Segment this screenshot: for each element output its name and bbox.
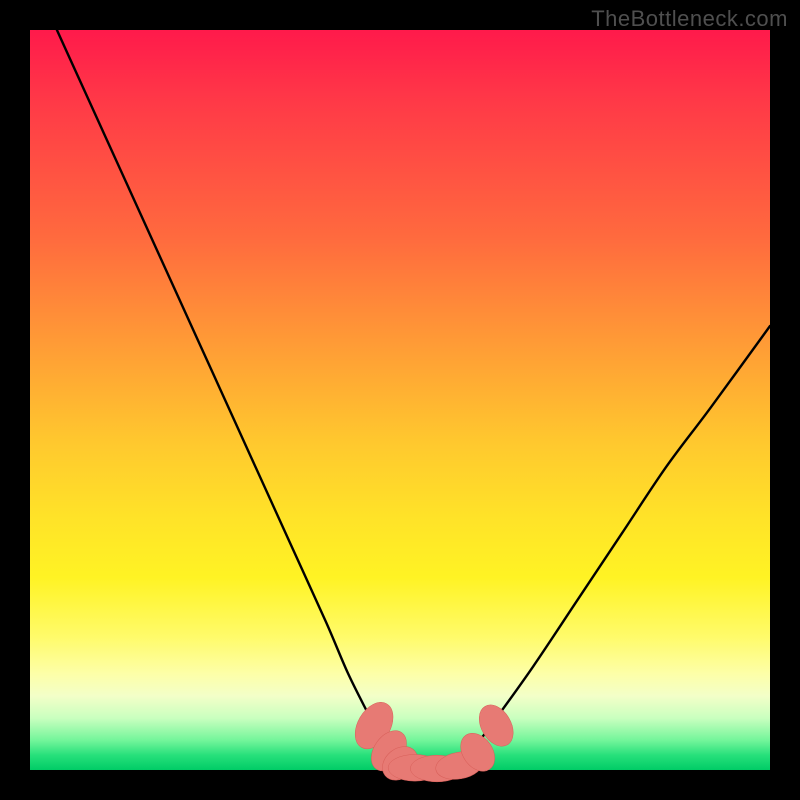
bottleneck-curve <box>30 0 770 771</box>
curve-markers <box>347 696 520 787</box>
chart-frame: TheBottleneck.com <box>0 0 800 800</box>
chart-svg <box>30 30 770 770</box>
watermark-text: TheBottleneck.com <box>591 6 788 32</box>
chart-plot-area <box>30 30 770 770</box>
